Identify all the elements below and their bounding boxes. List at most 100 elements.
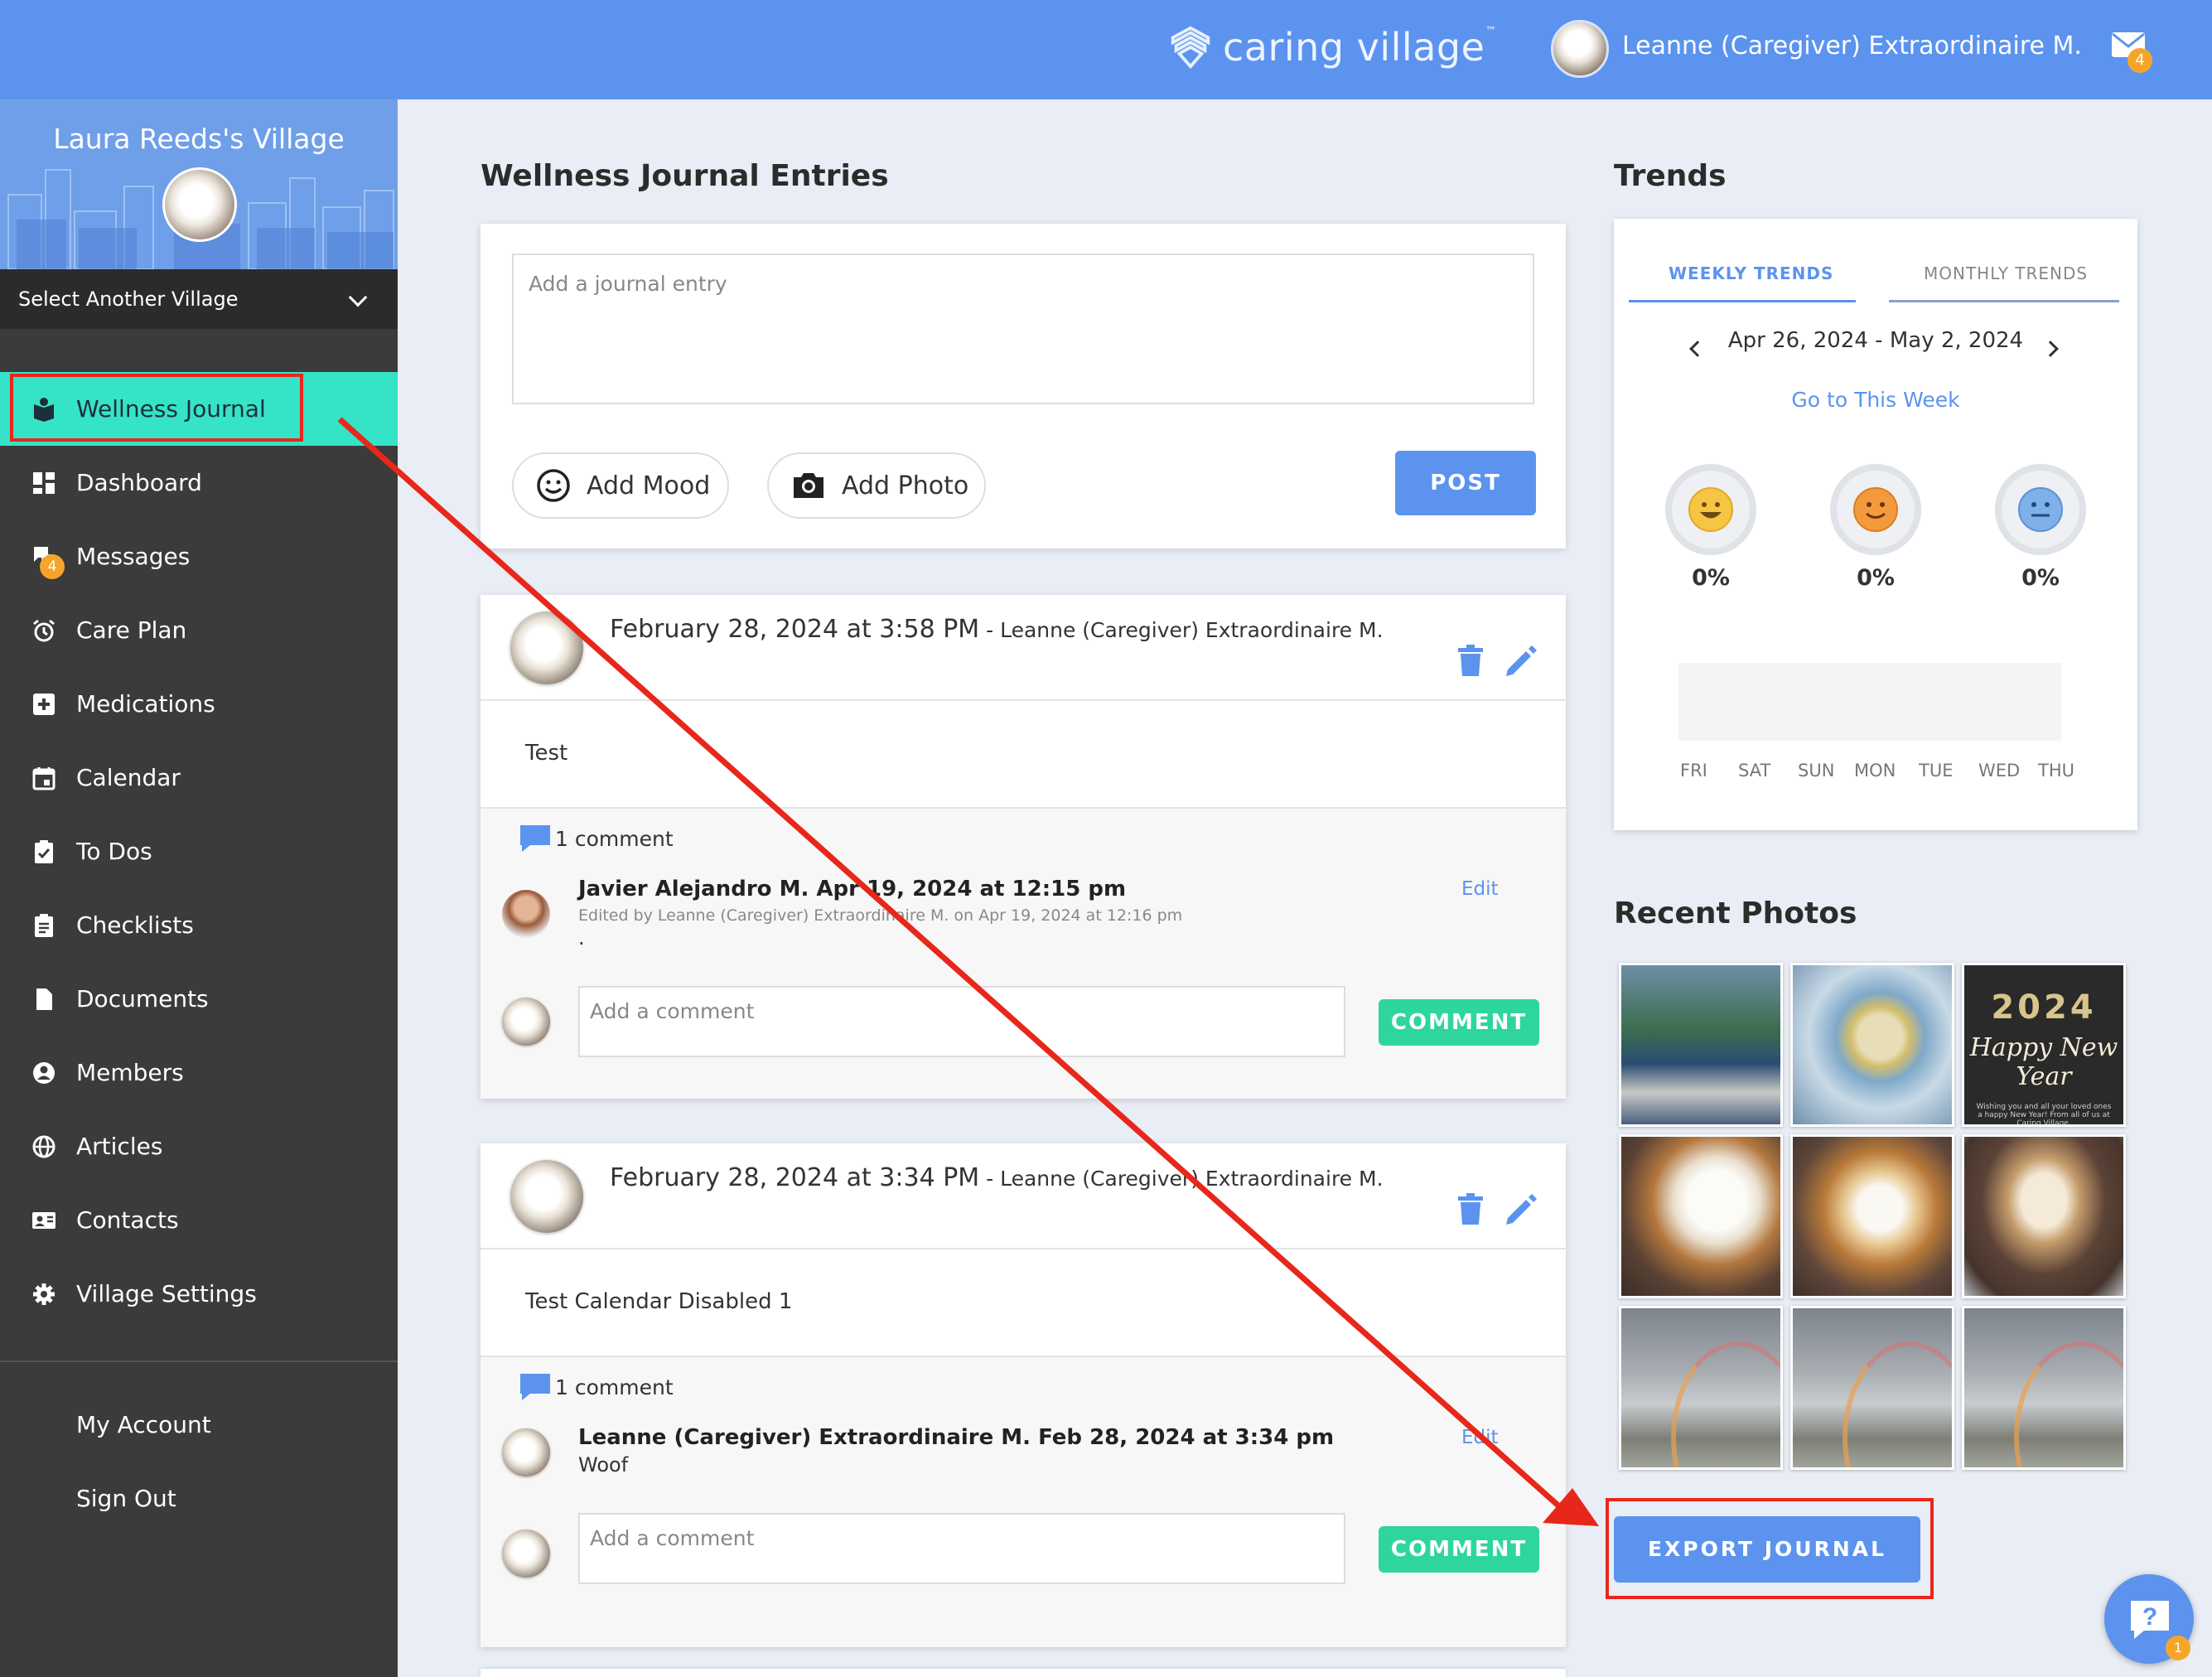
sidebar-item-calendar[interactable]: Calendar	[0, 741, 398, 814]
comment-input[interactable]: Add a comment	[578, 986, 1345, 1057]
entry-divider	[481, 1356, 1566, 1357]
smiling-face-icon	[1853, 487, 1898, 532]
sidebar-item-articles[interactable]: Articles	[0, 1109, 398, 1183]
recent-photos-title: Recent Photos	[1614, 896, 1857, 930]
entry-text: Test	[525, 741, 568, 766]
trash-icon[interactable]	[1458, 1193, 1483, 1225]
sidebar-item-to-dos[interactable]: To Dos	[0, 814, 398, 888]
camera-icon	[794, 473, 823, 498]
sidebar-item-checklists[interactable]: Checklists	[0, 888, 398, 962]
go-to-this-week-link[interactable]: Go to This Week	[1614, 388, 2137, 412]
sidebar-item-village-settings[interactable]: Village Settings	[0, 1257, 398, 1331]
journal-compose-card: Add a journal entry Add Mood Add Photo P…	[481, 224, 1566, 549]
entry-comments-section: 1 comment Javier Alejandro M. Apr 19, 20…	[481, 807, 1566, 1099]
comment-edit-link[interactable]: Edit	[1461, 878, 1499, 900]
sidebar-item-wellness-journal[interactable]: Wellness Journal	[0, 372, 398, 446]
day-label: FRI	[1680, 761, 1707, 781]
user-name[interactable]: Leanne (Caregiver) Extraordinaire M.	[1622, 31, 2082, 60]
sidebar-item-label: Medications	[76, 690, 215, 718]
photo-thumbnail[interactable]	[1962, 1134, 2126, 1298]
journal-entry-card: February 28, 2024 at 3:58 PM - Leanne (C…	[481, 595, 1566, 1099]
add-photo-label: Add Photo	[842, 471, 969, 500]
trash-icon[interactable]	[1458, 645, 1483, 676]
entry-date: February 28, 2024 at 3:58 PM - Leanne (C…	[610, 615, 1384, 644]
tab-monthly-trends[interactable]: MONTHLY TRENDS	[1924, 263, 2088, 283]
commenter-avatar	[502, 1428, 550, 1476]
entry-divider	[481, 699, 1566, 701]
sidebar: Laura Reeds's Village Select Another Vil…	[0, 99, 398, 1677]
entry-divider	[481, 1248, 1566, 1249]
comment-count[interactable]: 1 comment	[555, 827, 674, 851]
comment-edit-link[interactable]: Edit	[1461, 1427, 1499, 1448]
next-entry-card-edge	[481, 1669, 1566, 1677]
sidebar-item-contacts[interactable]: Contacts	[0, 1183, 398, 1257]
sidebar-item-members[interactable]: Members	[0, 1036, 398, 1109]
sidebar-item-care-plan[interactable]: Care Plan	[0, 593, 398, 667]
comment-button[interactable]: COMMENT	[1379, 1526, 1539, 1573]
day-label: SAT	[1738, 761, 1771, 781]
day-label: SUN	[1798, 761, 1835, 781]
mail-badge: 4	[2127, 48, 2152, 73]
journal-entry-input[interactable]: Add a journal entry	[512, 254, 1534, 404]
comment-button[interactable]: COMMENT	[1379, 999, 1539, 1046]
entry-date: February 28, 2024 at 3:34 PM - Leanne (C…	[610, 1163, 1384, 1192]
my-account-link[interactable]: My Account	[76, 1411, 211, 1438]
current-user-avatar	[502, 1530, 550, 1578]
tab-weekly-trends[interactable]: WEEKLY TRENDS	[1669, 263, 1833, 283]
sidebar-item-label: Articles	[76, 1133, 163, 1160]
dashboard-icon	[23, 471, 65, 495]
checked-clipboard-icon	[23, 839, 65, 864]
pencil-icon[interactable]	[1504, 645, 1538, 678]
sidebar-item-label: To Dos	[76, 838, 152, 865]
sidebar-item-label: Dashboard	[76, 469, 202, 496]
sidebar-item-dashboard[interactable]: Dashboard	[0, 446, 398, 520]
mood-happy	[1665, 464, 1756, 555]
tab-weekly-underline	[1629, 300, 1856, 302]
sidebar-item-label: Village Settings	[76, 1280, 257, 1307]
document-icon	[23, 987, 65, 1012]
photo-thumbnail[interactable]	[1619, 1306, 1783, 1470]
comment-count[interactable]: 1 comment	[555, 1375, 674, 1399]
svg-text:?: ?	[2142, 1603, 2157, 1631]
logo-text: caring village™	[1223, 25, 1497, 70]
comment-header: Javier Alejandro M. Apr 19, 2024 at 12:1…	[578, 877, 1127, 901]
sign-out-link[interactable]: Sign Out	[76, 1485, 176, 1512]
photo-thumbnail[interactable]	[1619, 963, 1783, 1127]
entry-author: - Leanne (Caregiver) Extraordinaire M.	[979, 1167, 1384, 1191]
user-avatar[interactable]	[1551, 20, 1609, 78]
calendar-icon	[23, 766, 65, 790]
village-logo-icon	[1171, 26, 1210, 70]
comment-body: .	[578, 926, 585, 950]
sidebar-item-documents[interactable]: Documents	[0, 962, 398, 1036]
sidebar-item-messages[interactable]: 4 Messages	[0, 520, 398, 593]
messages-badge: 4	[40, 554, 65, 579]
photo-thumbnail[interactable]	[1790, 1134, 1954, 1298]
add-photo-button[interactable]: Add Photo	[767, 452, 986, 519]
pencil-icon[interactable]	[1504, 1193, 1538, 1226]
caring-village-logo[interactable]: caring village™	[1166, 23, 1497, 71]
week-range: Apr 26, 2024 - May 2, 2024	[1727, 328, 2024, 353]
select-village-dropdown[interactable]: Select Another Village	[0, 269, 398, 329]
add-mood-button[interactable]: Add Mood	[512, 452, 729, 519]
photo-thumbnail[interactable]: 2024 Happy New Year Wishing you and all …	[1962, 963, 2126, 1127]
sidebar-item-medications[interactable]: Medications	[0, 667, 398, 741]
village-avatar	[162, 167, 237, 242]
comment-bubble-icon	[520, 1374, 550, 1400]
entry-text: Test Calendar Disabled 1	[525, 1289, 793, 1314]
comment-input[interactable]: Add a comment	[578, 1513, 1345, 1584]
medical-cross-icon	[23, 692, 65, 717]
export-journal-button[interactable]: EXPORT JOURNAL	[1614, 1516, 1920, 1583]
mood-okay-percent: 0%	[1857, 565, 1895, 591]
village-header: Laura Reeds's Village	[0, 99, 398, 269]
post-button[interactable]: POST	[1395, 451, 1536, 515]
help-badge: 1	[2166, 1636, 2190, 1660]
comment-bubble-icon	[520, 825, 550, 852]
alarm-clock-icon	[23, 618, 65, 643]
photo-thumbnail[interactable]	[1790, 1306, 1954, 1470]
village-name: Laura Reeds's Village	[53, 123, 345, 155]
trends-card: WEEKLY TRENDS MONTHLY TRENDS Apr 26, 202…	[1614, 219, 2137, 830]
trends-title: Trends	[1614, 159, 1727, 193]
photo-thumbnail[interactable]	[1962, 1306, 2126, 1470]
photo-thumbnail[interactable]	[1619, 1134, 1783, 1298]
photo-thumbnail[interactable]	[1790, 963, 1954, 1127]
